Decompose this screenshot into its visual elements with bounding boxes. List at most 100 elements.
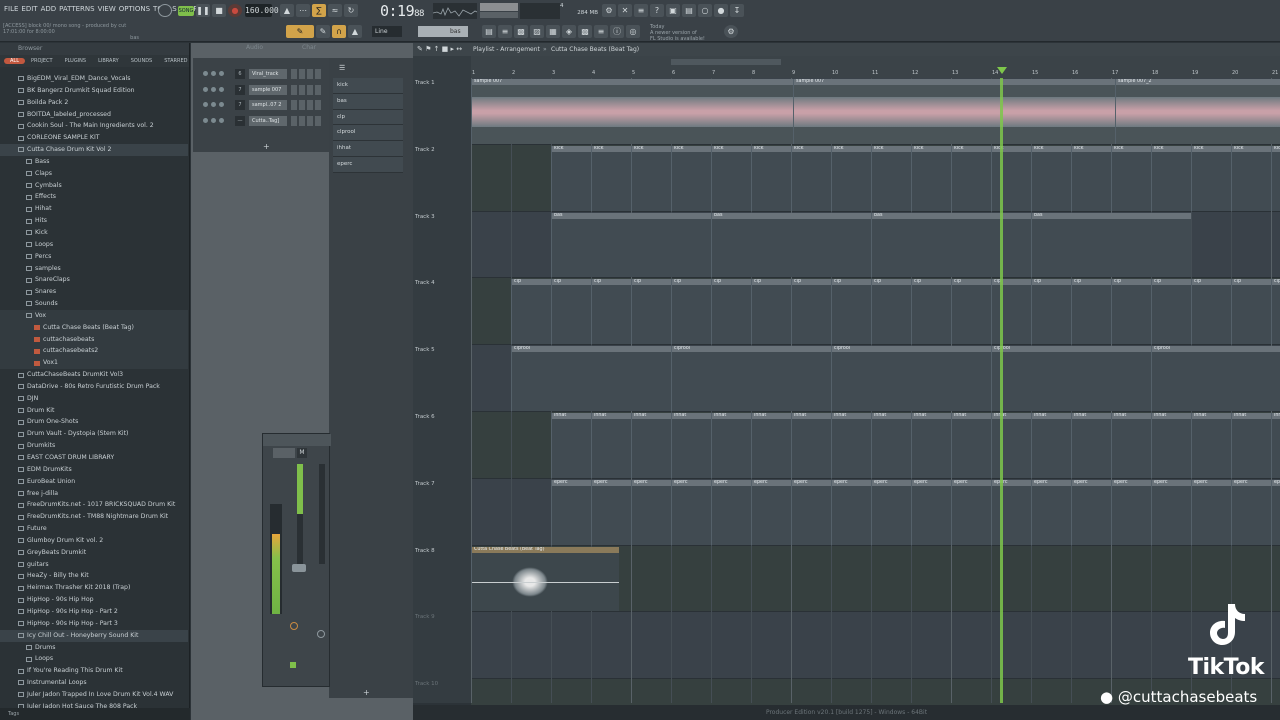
track-header[interactable]: Track 1 [413,78,463,145]
browser-item[interactable]: Drum Kit [0,405,188,417]
pattern-clip[interactable]: eperc [1071,479,1111,545]
paint-mode-button[interactable]: ✎ [286,25,314,38]
insert-pan-knob[interactable] [317,630,325,638]
menu-patterns[interactable]: PATTERNS [59,5,94,13]
pattern-clip[interactable]: eperc [791,479,831,545]
browser-item[interactable]: Juler Jadon Trapped In Love Drum Kit Vol… [0,689,188,701]
pattern-clip[interactable]: eperc [751,479,791,545]
browser-item[interactable]: Glumboy Drum Kit vol. 2 [0,535,188,547]
browser-tags[interactable]: Tags [0,708,190,720]
pattern-selector[interactable]: bas [418,26,468,37]
pattern-clip[interactable]: clp [1071,279,1111,345]
pattern-clip[interactable]: clp [1231,279,1271,345]
pattern-clip[interactable]: clp [911,279,951,345]
browser-item[interactable]: HeaZy - Billy the Kit [0,570,188,582]
browser-item[interactable]: Cutta Chase Drum Kit Vol 2 [0,144,188,156]
browser-item[interactable]: samples [0,263,188,275]
pattern-clip[interactable]: ihhat [1231,413,1271,478]
step-button[interactable] [307,84,313,95]
step-button[interactable] [299,69,305,79]
pattern-clip[interactable]: kick [791,145,831,211]
track-header[interactable]: Track 2 [413,145,463,212]
pattern-clip[interactable]: eperc [991,479,1031,545]
pattern-clip[interactable]: eperc [1191,479,1231,545]
step-button[interactable] [291,100,297,110]
pattern-clip[interactable]: clp [951,279,991,345]
channel-name[interactable]: sampl..07 2 [249,100,287,110]
channel-row[interactable]: 7 sampl..07 2 [199,99,321,111]
pattern-clip[interactable]: ihhat [1111,413,1151,478]
channel-led[interactable] [219,117,224,123]
close-all-button[interactable]: ✕ [618,4,632,17]
pattern-clip[interactable]: clp [791,279,831,345]
chat-button[interactable]: ○ [698,4,712,17]
browser-item[interactable]: Drum Vault - Dystopia (Stem Kit) [0,428,188,440]
playhead-marker-icon[interactable] [997,67,1007,74]
menu-add[interactable]: ADD [41,5,57,13]
pattern-clip[interactable]: clp [551,279,591,345]
browser-item[interactable]: cuttachasebeats [0,333,188,346]
browser-item[interactable]: Effects [0,191,188,203]
channel-led[interactable] [203,102,208,107]
channel-led[interactable] [203,86,208,92]
browser-item[interactable]: Cutta Chase Beats (Beat Tag) [0,321,188,334]
pattern-clip[interactable]: clp [1151,279,1191,345]
pattern-clip[interactable]: bas [551,212,711,278]
audio-clip[interactable]: sample 007 [793,79,1115,144]
browser-item[interactable]: Sounds [0,298,188,310]
pattern-clip[interactable]: ihhat [711,413,751,478]
picker-menu-icon[interactable]: ☰ [339,64,345,72]
browser-tab-starred[interactable]: STARRED [158,58,193,64]
pan-knob[interactable] [290,622,298,630]
pattern-clip[interactable]: clp [991,279,1031,345]
enable-led[interactable] [290,662,296,668]
playlist-tools-icon[interactable]: ✎ ⚑ ↑ ■ ▸ ↔ [417,43,462,56]
pattern-clip[interactable]: ihhat [1191,413,1231,478]
browser-item[interactable]: Snares [0,286,188,298]
browser-item[interactable]: DJN [0,393,188,405]
pattern-picker-item[interactable]: clprool [333,125,403,142]
pattern-clip[interactable]: bas [1031,212,1191,278]
save-button[interactable]: ▣ [666,4,680,17]
pattern-clip[interactable]: ihhat [671,413,711,478]
pattern-clip[interactable]: kick [711,145,751,211]
pattern-clip[interactable]: kick [551,145,591,211]
audio-clip[interactable]: sample 007_2 [1115,79,1280,144]
pattern-clip[interactable]: kick [631,145,671,211]
browser-item[interactable]: HipHop - 90s Hip Hop [0,594,188,606]
pattern-clip[interactable]: clp [711,279,751,345]
browser-item[interactable]: DataDrive - 80s Retro Furutistic Drum Pa… [0,381,188,393]
draw-tool-button[interactable]: ✎ [316,25,330,38]
pattern-clip[interactable]: kick [591,145,631,211]
menu-options[interactable]: OPTIONS [119,5,150,13]
browser-item[interactable]: HipHop - 90s Hip Hop - Part 3 [0,618,188,630]
browser-item[interactable]: Cymbals [0,180,188,192]
play-button[interactable]: ❚❚ [196,4,210,17]
track-header[interactable]: Track 8 [413,546,463,613]
channel-led[interactable] [219,102,224,107]
channel-row[interactable]: — Cutta..Tag] [199,115,321,127]
pattern-clip[interactable]: kick [951,145,991,211]
pattern-clip[interactable]: eperc [551,479,591,545]
pattern-clip[interactable]: kick [991,145,1031,211]
browser-item[interactable]: Heirmax Thrasher Kit 2018 (Trap) [0,582,188,594]
pattern-clip[interactable]: eperc [911,479,951,545]
channel-row[interactable]: 6 Viral_track [199,68,321,80]
channel-mixer-number[interactable]: 7 [235,84,245,95]
step-button[interactable] [315,69,321,79]
settings-button[interactable]: ⚙ [724,25,738,38]
pattern-clip[interactable]: ihhat [751,413,791,478]
track-header[interactable]: Track 7 [413,479,463,546]
browser-tab-plugins[interactable]: PLUGINS [59,58,92,64]
browser-item[interactable]: Drumkits [0,440,188,452]
browser-item[interactable]: Instrumental Loops [0,677,188,689]
news-panel[interactable]: Today A newer version of FL Studio is av… [650,24,730,42]
mixer-view-button[interactable]: ≡ [594,25,608,38]
pattern-clip[interactable]: clprool [991,346,1151,411]
mixer-slot-a[interactable] [273,448,295,458]
pattern-clip[interactable]: ihhat [1271,413,1280,478]
browser-tab-library[interactable]: LIBRARY [92,58,125,64]
loop-record-button[interactable]: ↻ [344,4,358,17]
channel-led[interactable] [211,71,216,76]
browser-item[interactable]: free j-dilla [0,488,188,500]
